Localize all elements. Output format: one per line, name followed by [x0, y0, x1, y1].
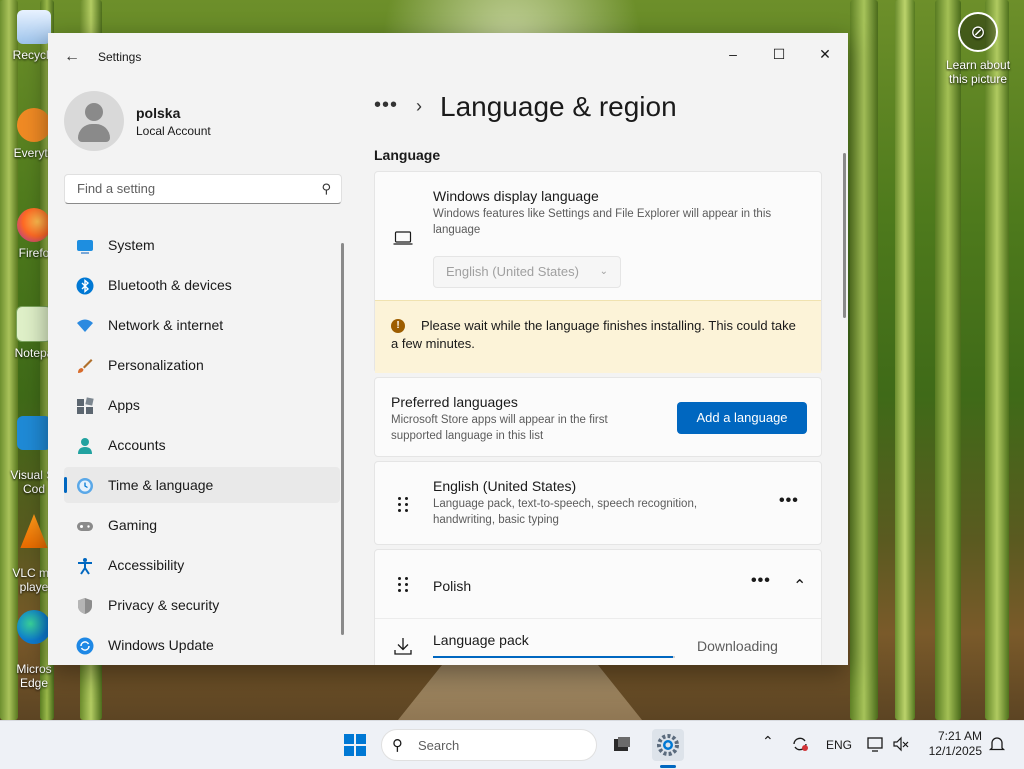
breadcrumb: ••• › Language & region: [374, 91, 677, 123]
sidebar-item-personalization[interactable]: Personalization: [64, 347, 340, 383]
firefox-icon: [17, 208, 51, 242]
page-title: Language & region: [440, 91, 677, 122]
language-item-polish[interactable]: Polish ••• ⌃ Language pack Downloading: [374, 549, 822, 665]
update-icon: [76, 637, 94, 655]
title-bar: ← Settings – ☐ ✕: [48, 33, 848, 81]
chevron-down-icon: ⌄: [599, 266, 608, 277]
sidebar-item-windows-update[interactable]: Windows Update: [64, 627, 340, 663]
display-language-title: Windows display language: [433, 188, 599, 204]
more-options-button[interactable]: •••: [751, 572, 771, 590]
language-pack-progress: [433, 656, 675, 658]
collapse-chevron-icon[interactable]: ⌃: [793, 576, 807, 596]
taskbar-app-task-view[interactable]: [606, 729, 638, 761]
recycle-bin-icon: [17, 10, 51, 44]
language-details: Language pack, text-to-speech, speech re…: [433, 498, 698, 526]
network-status-icon[interactable]: [866, 735, 886, 753]
accounts-icon: [78, 438, 92, 454]
start-button[interactable]: [344, 734, 366, 756]
sidebar-item-network[interactable]: Network & internet: [64, 307, 340, 343]
taskbar-app-settings[interactable]: [652, 729, 684, 761]
input-language-indicator[interactable]: ENG: [826, 738, 852, 752]
display-language-card: Windows display language Windows feature…: [374, 171, 822, 373]
section-heading-language: Language: [374, 147, 441, 163]
sidebar-item-system[interactable]: System: [64, 227, 340, 263]
settings-window: ← Settings – ☐ ✕ polska Local Account ⚲ …: [48, 33, 848, 665]
laptop-icon: [393, 231, 413, 245]
accessibility-icon: [78, 558, 92, 575]
find-setting-search[interactable]: ⚲: [64, 174, 342, 204]
search-icon: ⚲: [392, 737, 403, 754]
display-language-dropdown[interactable]: English (United States) ⌄: [433, 256, 621, 288]
network-icon: [77, 319, 93, 332]
sync-icon[interactable]: [790, 735, 810, 753]
apps-icon: [77, 397, 94, 414]
warning-text: Please wait while the language finishes …: [391, 318, 796, 351]
gear-icon: [657, 734, 679, 756]
system-icon: [77, 240, 93, 254]
language-pack-label: Language pack: [433, 632, 529, 648]
back-button[interactable]: ←: [62, 47, 82, 67]
preferred-languages-card: Preferred languages Microsoft Store apps…: [374, 377, 822, 457]
preferred-languages-subtitle: Microsoft Store apps will appear in the …: [391, 414, 608, 442]
notifications-icon[interactable]: [988, 735, 1006, 753]
preferred-languages-title: Preferred languages: [391, 394, 518, 410]
profile-account-type: Local Account: [136, 124, 211, 138]
edge-icon: [17, 610, 51, 644]
sidebar-item-gaming[interactable]: Gaming: [64, 507, 340, 543]
language-name: Polish: [433, 578, 472, 594]
content-scrollbar[interactable]: [843, 153, 846, 318]
learn-about-picture[interactable]: ⊘ Learn about this picture: [938, 12, 1018, 86]
sidebar-item-time-language[interactable]: Time & language: [64, 467, 340, 503]
language-name: English (United States): [433, 478, 577, 494]
task-view-icon: [614, 737, 630, 751]
everything-icon: [17, 108, 51, 142]
add-language-button[interactable]: Add a language: [677, 402, 807, 434]
chevron-right-icon: ›: [416, 96, 423, 116]
volume-muted-icon[interactable]: [892, 735, 910, 753]
back-arrow-icon: ←: [64, 48, 80, 65]
show-hidden-icons-button[interactable]: ⌃: [762, 733, 774, 750]
search-input[interactable]: [75, 180, 309, 197]
sidebar-item-privacy[interactable]: Privacy & security: [64, 587, 340, 623]
sidebar-scrollbar[interactable]: [341, 243, 344, 635]
drag-handle-icon[interactable]: [397, 496, 411, 514]
minimize-button[interactable]: –: [710, 39, 756, 69]
search-icon: ⚲: [321, 181, 331, 196]
notepad-icon: [16, 306, 52, 342]
brush-icon: [78, 359, 93, 373]
clock-time: 7:21 AM: [937, 729, 982, 743]
time-language-icon: [77, 478, 93, 494]
sidebar-item-apps[interactable]: Apps: [64, 387, 340, 423]
avatar: [64, 91, 124, 151]
language-pack-status: Downloading: [697, 638, 778, 654]
system-clock[interactable]: 7:21 AM 12/1/2025: [920, 729, 982, 759]
shield-icon: [78, 598, 92, 614]
sidebar-item-bluetooth[interactable]: Bluetooth & devices: [64, 267, 340, 303]
profile-name: polska: [136, 105, 181, 121]
more-options-button[interactable]: •••: [779, 492, 799, 510]
close-button[interactable]: ✕: [802, 39, 848, 69]
gaming-icon: [77, 522, 93, 531]
install-warning-banner: ! Please wait while the language finishe…: [375, 300, 821, 373]
window-title: Settings: [98, 50, 142, 64]
sidebar-item-accounts[interactable]: Accounts: [64, 427, 340, 463]
camera-icon: ⊘: [958, 12, 998, 52]
vscode-icon: [17, 416, 51, 450]
taskbar: ⚲ Search ⌃ ENG 7:21 AM 12/1/2025: [0, 720, 1024, 769]
breadcrumb-more-button[interactable]: •••: [374, 94, 398, 116]
taskbar-search[interactable]: ⚲ Search: [381, 729, 597, 761]
bluetooth-icon: [76, 277, 94, 295]
drag-handle-icon[interactable]: [397, 576, 411, 594]
sidebar-item-accessibility[interactable]: Accessibility: [64, 547, 340, 583]
display-language-subtitle: Windows features like Settings and File …: [433, 208, 772, 236]
download-icon: [394, 638, 412, 655]
language-item-english[interactable]: English (United States) Language pack, t…: [374, 461, 822, 545]
clock-date: 12/1/2025: [928, 744, 982, 758]
maximize-button[interactable]: ☐: [756, 39, 802, 69]
sidebar-nav: System Bluetooth & devices Network & int…: [64, 227, 340, 665]
vlc-icon: [20, 514, 48, 548]
